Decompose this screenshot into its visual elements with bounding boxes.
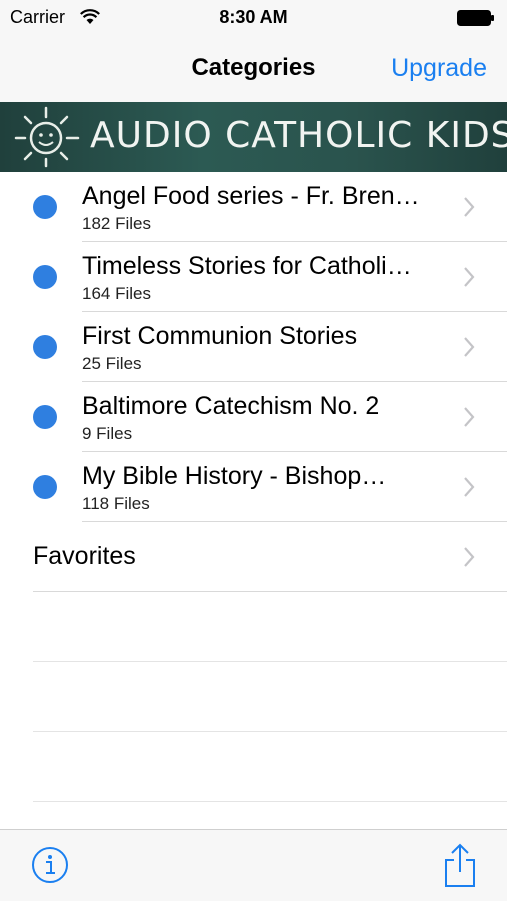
chevron-right-icon	[464, 197, 475, 217]
unread-dot	[33, 405, 57, 429]
upgrade-button[interactable]: Upgrade	[391, 54, 487, 83]
category-list: Angel Food series - Fr. Bren… 182 Files …	[0, 172, 507, 802]
category-title: Timeless Stories for Catholi…	[82, 252, 412, 280]
category-title: Angel Food series - Fr. Bren…	[82, 182, 420, 210]
file-count: 9 Files	[82, 424, 133, 443]
chevron-right-icon	[464, 547, 475, 567]
unread-dot	[33, 475, 57, 499]
share-icon[interactable]	[443, 842, 477, 888]
category-row-angel-food[interactable]: Angel Food series - Fr. Bren… 182 Files	[33, 172, 507, 242]
file-count: 118 Files	[82, 494, 150, 513]
status-bar: Carrier 8:30 AM	[0, 0, 507, 36]
category-row-bible-history[interactable]: My Bible History - Bishop… 118 Files	[33, 452, 507, 522]
app-banner: AUDIO CATHOLIC KIDS	[0, 102, 507, 172]
battery-icon	[457, 10, 494, 26]
empty-row-separator	[33, 592, 507, 662]
category-title: First Communion Stories	[82, 322, 358, 350]
category-row-first-communion[interactable]: First Communion Stories 25 Files	[33, 312, 507, 382]
unread-dot	[33, 335, 57, 359]
unread-dot	[33, 265, 57, 289]
favorites-row[interactable]: Favorites	[33, 522, 507, 592]
bottom-toolbar	[0, 829, 507, 901]
banner-title: AUDIO CATHOLIC KIDS	[90, 115, 507, 156]
category-row-timeless-stories[interactable]: Timeless Stories for Catholi… 164 Files	[33, 242, 507, 312]
category-row-baltimore-catechism[interactable]: Baltimore Catechism No. 2 9 Files	[33, 382, 507, 452]
chevron-right-icon	[464, 477, 475, 497]
favorites-label: Favorites	[33, 542, 136, 570]
file-count: 25 Files	[82, 354, 142, 373]
sun-icon	[14, 106, 80, 168]
empty-row-separator	[33, 732, 507, 802]
status-time: 8:30 AM	[219, 7, 288, 27]
category-title: My Bible History - Bishop…	[82, 462, 387, 490]
info-icon[interactable]	[31, 846, 69, 884]
chevron-right-icon	[464, 407, 475, 427]
category-title: Baltimore Catechism No. 2	[82, 392, 380, 420]
file-count: 164 Files	[82, 284, 151, 303]
unread-dot	[33, 195, 57, 219]
file-count: 182 Files	[82, 214, 151, 233]
empty-row-separator	[33, 662, 507, 732]
navigation-bar: Categories Upgrade	[0, 36, 507, 102]
chevron-right-icon	[464, 267, 475, 287]
chevron-right-icon	[464, 337, 475, 357]
